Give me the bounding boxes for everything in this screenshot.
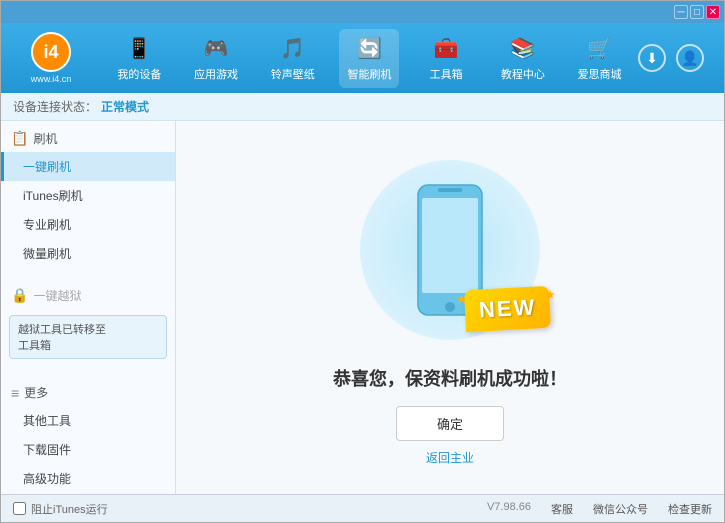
nav-toolbox[interactable]: 🧰 工具箱	[416, 29, 476, 88]
block-itunes-label: 阻止iTunes运行	[31, 501, 108, 517]
jailbreak-section-label: 一键越狱	[33, 287, 81, 304]
footer-left: 阻止iTunes运行	[13, 501, 487, 517]
nav-my-device[interactable]: 📱 我的设备	[109, 29, 169, 88]
sidebar-section-jailbreak: 🔒 一键越狱 越狱工具已转移至工具箱	[1, 278, 175, 369]
status-value: 正常模式	[101, 98, 149, 115]
smart-flash-label: 智能刷机	[347, 66, 391, 82]
navbar: i4 www.i4.cn 📱 我的设备 🎮 应用游戏 🎵 铃声壁纸 🔄 智能刷机…	[1, 23, 724, 93]
apple-store-icon: 🛒	[586, 35, 614, 63]
flash-section-icon: 📋	[11, 130, 28, 147]
check-update-link[interactable]: 检查更新	[668, 501, 712, 517]
apps-games-icon: 🎮	[202, 35, 230, 63]
section-flash-header: 📋 刷机	[1, 125, 175, 152]
jailbreak-info-box: 越狱工具已转移至工具箱	[9, 315, 167, 359]
ringtones-label: 铃声壁纸	[271, 66, 315, 82]
nav-tutorials[interactable]: 📚 教程中心	[493, 29, 553, 88]
close-button[interactable]: ✕	[706, 5, 720, 19]
titlebar: ─ □ ✕	[1, 1, 724, 23]
jailbreak-lock-icon: 🔒	[11, 287, 28, 304]
status-label: 设备连接状态：	[13, 98, 97, 115]
wechat-link[interactable]: 微信公众号	[593, 501, 648, 517]
main-area: 📋 刷机 一键刷机 iTunes刷机 专业刷机 微量刷机 🔒 一键越狱 越狱工具…	[1, 121, 724, 494]
sidebar-item-one-click-flash[interactable]: 一键刷机	[1, 152, 175, 181]
flash-section-label: 刷机	[33, 130, 57, 147]
sidebar-item-save-flash[interactable]: 微量刷机	[1, 239, 175, 268]
new-badge: NEW	[464, 285, 551, 331]
phone-container: NEW	[360, 150, 540, 350]
sidebar-section-flash: 📋 刷机 一键刷机 iTunes刷机 专业刷机 微量刷机	[1, 121, 175, 272]
back-link[interactable]: 返回主业	[426, 449, 474, 466]
block-itunes-checkbox[interactable]	[13, 502, 26, 515]
tutorials-label: 教程中心	[501, 66, 545, 82]
toolbox-icon: 🧰	[432, 35, 460, 63]
logo-icon: i4	[31, 32, 71, 72]
toolbox-label: 工具箱	[430, 66, 463, 82]
my-device-icon: 📱	[125, 35, 153, 63]
apps-games-label: 应用游戏	[194, 66, 238, 82]
ringtones-icon: 🎵	[279, 35, 307, 63]
section-jailbreak-header: 🔒 一键越狱	[1, 282, 175, 309]
nav-apps-games[interactable]: 🎮 应用游戏	[186, 29, 246, 88]
main-content: NEW 恭喜您，保资料刷机成功啦！ 确定 返回主业	[176, 121, 724, 494]
app-logo: i4 www.i4.cn	[11, 32, 91, 84]
confirm-button[interactable]: 确定	[396, 406, 504, 441]
footer-right: V7.98.66 客服 微信公众号 检查更新	[487, 501, 712, 517]
sidebar-item-other-tools[interactable]: 其他工具	[1, 406, 175, 435]
footer: 阻止iTunes运行 V7.98.66 客服 微信公众号 检查更新	[1, 494, 724, 522]
nav-smart-flash[interactable]: 🔄 智能刷机	[339, 29, 399, 88]
sidebar-item-download-firmware[interactable]: 下载固件	[1, 435, 175, 464]
section-more-header: ≡ 更多	[1, 379, 175, 406]
apple-store-label: 爱思商城	[578, 66, 622, 82]
more-section-label: 更多	[24, 384, 48, 401]
customer-service-link[interactable]: 客服	[551, 501, 573, 517]
minimize-button[interactable]: ─	[674, 5, 688, 19]
more-section-icon: ≡	[11, 385, 19, 401]
status-bar: 设备连接状态： 正常模式	[1, 93, 724, 121]
sidebar-section-more: ≡ 更多 其他工具 下载固件 高级功能	[1, 375, 175, 494]
nav-right-controls: ⬇ 👤	[638, 44, 714, 72]
nav-apple-store[interactable]: 🛒 爱思商城	[570, 29, 630, 88]
success-message: 恭喜您，保资料刷机成功啦！	[333, 365, 567, 391]
app-window: ─ □ ✕ i4 www.i4.cn 📱 我的设备 🎮 应用游戏 🎵 铃声壁纸 …	[0, 0, 725, 523]
user-icon[interactable]: 👤	[676, 44, 704, 72]
footer-version: V7.98.66	[487, 501, 531, 517]
nav-items: 📱 我的设备 🎮 应用游戏 🎵 铃声壁纸 🔄 智能刷机 🧰 工具箱 📚	[101, 29, 638, 88]
maximize-button[interactable]: □	[690, 5, 704, 19]
my-device-label: 我的设备	[117, 66, 161, 82]
sidebar-item-advanced[interactable]: 高级功能	[1, 464, 175, 493]
sidebar-item-pro-flash[interactable]: 专业刷机	[1, 210, 175, 239]
success-illustration: NEW 恭喜您，保资料刷机成功啦！ 确定 返回主业	[333, 150, 567, 466]
new-badge-text: NEW	[478, 294, 537, 322]
logo-subtitle: www.i4.cn	[31, 74, 72, 84]
nav-ringtones[interactable]: 🎵 铃声壁纸	[263, 29, 323, 88]
sidebar: 📋 刷机 一键刷机 iTunes刷机 专业刷机 微量刷机 🔒 一键越狱 越狱工具…	[1, 121, 176, 494]
download-icon[interactable]: ⬇	[638, 44, 666, 72]
smart-flash-icon: 🔄	[355, 35, 383, 63]
tutorials-icon: 📚	[509, 35, 537, 63]
sidebar-item-itunes-flash[interactable]: iTunes刷机	[1, 181, 175, 210]
